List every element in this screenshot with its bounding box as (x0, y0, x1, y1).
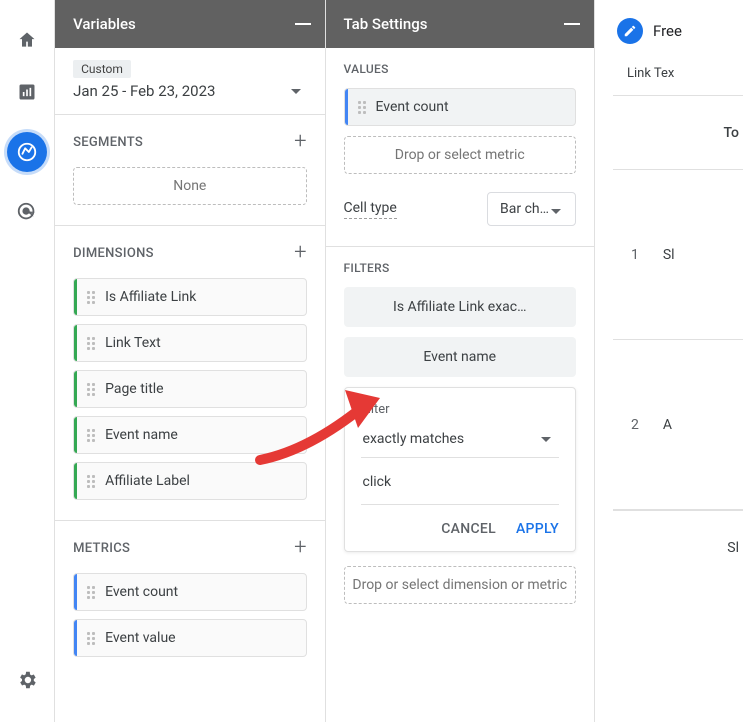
nav-rail (0, 0, 54, 722)
metrics-section: METRICS + Event count Event value (55, 521, 324, 677)
filter-condition-select[interactable]: exactly matches (361, 427, 559, 458)
drag-handle-icon[interactable] (87, 475, 97, 488)
drag-handle-icon[interactable] (87, 586, 97, 599)
dimensions-section: DIMENSIONS + Is Affiliate Link Link Text… (55, 226, 324, 521)
filter-editor: Filter exactly matches click CANCEL APPL… (344, 387, 576, 552)
column-header: Link Tex (613, 58, 743, 96)
results-tab[interactable]: Free (613, 12, 743, 58)
filters-title: FILTERS (344, 261, 576, 275)
dimension-chip[interactable]: Affiliate Label (73, 462, 306, 500)
variables-panel: Variables Custom Jan 25 - Feb 23, 2023 S… (54, 0, 324, 722)
filters-drop-zone[interactable]: Drop or select dimension or metric (344, 566, 576, 604)
dimensions-title: DIMENSIONS (73, 246, 154, 261)
metric-chip[interactable]: Event value (73, 619, 306, 657)
tab-settings-header: Tab Settings (326, 0, 594, 48)
totals-row: To (613, 96, 743, 170)
drag-handle-icon[interactable] (87, 337, 97, 350)
drag-handle-icon[interactable] (87, 632, 97, 645)
segments-drop-zone[interactable]: None (73, 167, 306, 205)
value-chip[interactable]: Event count (344, 88, 576, 126)
dimension-chip[interactable]: Page title (73, 370, 306, 408)
date-range-picker[interactable]: Custom Jan 25 - Feb 23, 2023 (55, 48, 324, 115)
date-badge: Custom (73, 60, 131, 78)
drag-handle-icon[interactable] (87, 291, 97, 304)
gear-icon[interactable] (15, 668, 39, 692)
dimension-chip[interactable]: Event name (73, 416, 306, 454)
chevron-down-icon (541, 437, 551, 442)
table-row[interactable]: 1Sl (613, 170, 743, 340)
explore-icon[interactable] (7, 132, 47, 172)
home-icon[interactable] (15, 28, 39, 52)
chevron-down-icon (291, 89, 301, 94)
add-metric-button[interactable]: + (294, 537, 306, 559)
chevron-down-icon (551, 209, 561, 214)
bar-chart-icon[interactable] (15, 80, 39, 104)
segments-section: SEGMENTS + None (55, 115, 324, 226)
dimension-chip[interactable]: Is Affiliate Link (73, 278, 306, 316)
date-range-text: Jan 25 - Feb 23, 2023 (73, 82, 215, 100)
applied-filter-chip[interactable]: Is Affiliate Link exac… (344, 287, 576, 327)
variables-header: Variables (55, 0, 324, 48)
target-icon[interactable] (15, 200, 39, 224)
tab-settings-panel: Tab Settings VALUES Event count Drop or … (325, 0, 595, 722)
filter-dimension-chip[interactable]: Event name (344, 337, 576, 377)
filter-label: Filter (361, 402, 559, 417)
values-drop-zone[interactable]: Drop or select metric (344, 136, 576, 174)
dimension-chip[interactable]: Link Text (73, 324, 306, 362)
metrics-title: METRICS (73, 541, 130, 556)
drag-handle-icon[interactable] (358, 101, 368, 114)
values-title: VALUES (344, 62, 576, 76)
apply-button[interactable]: APPLY (516, 521, 559, 537)
filters-section: FILTERS Is Affiliate Link exac… Event na… (326, 247, 594, 624)
minimize-icon[interactable] (295, 23, 311, 25)
table-row[interactable]: 2A (613, 340, 743, 510)
panel-title: Tab Settings (344, 15, 428, 33)
metric-chip[interactable]: Event count (73, 573, 306, 611)
add-segment-button[interactable]: + (294, 131, 306, 153)
segments-title: SEGMENTS (73, 135, 143, 150)
drag-handle-icon[interactable] (87, 383, 97, 396)
panel-title: Variables (73, 15, 136, 33)
cell-type-select[interactable]: Bar ch… (487, 192, 576, 226)
results-panel: Free Link Tex To 1Sl 2A Sl (613, 0, 743, 722)
footer-row: Sl (613, 510, 743, 584)
add-dimension-button[interactable]: + (294, 242, 306, 264)
tab-label: Free (653, 22, 682, 40)
pencil-icon (617, 18, 643, 44)
filter-value-input[interactable]: click (361, 458, 559, 505)
cancel-button[interactable]: CANCEL (441, 521, 496, 537)
cell-type-label: Cell type (344, 200, 397, 219)
values-section: VALUES Event count Drop or select metric… (326, 48, 594, 247)
drag-handle-icon[interactable] (87, 429, 97, 442)
minimize-icon[interactable] (564, 23, 580, 25)
